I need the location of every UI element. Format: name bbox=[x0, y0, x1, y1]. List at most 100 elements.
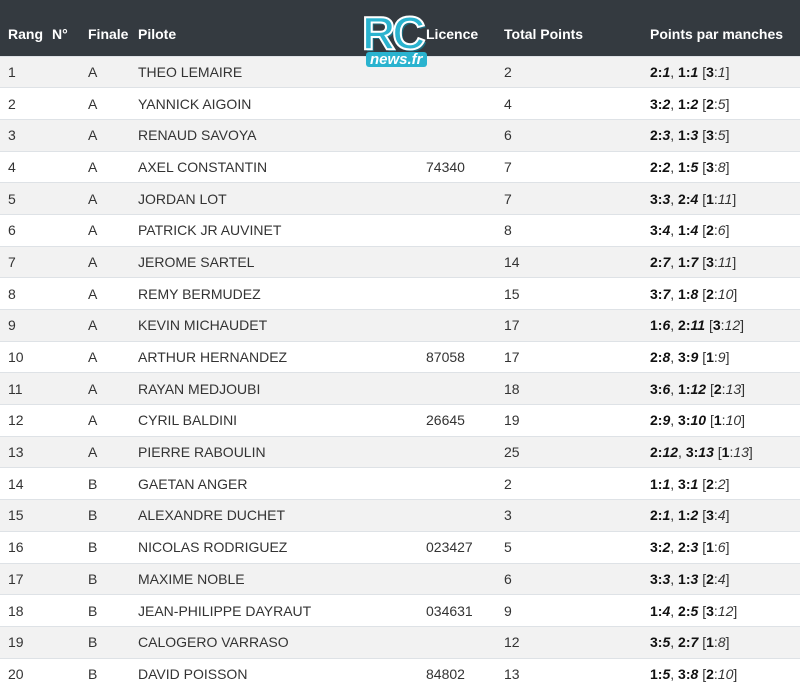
header-rang[interactable]: Rang bbox=[0, 0, 52, 56]
manche-place: 1 bbox=[717, 63, 726, 80]
manche-number: 1 bbox=[650, 475, 658, 492]
cell-finale: A bbox=[88, 213, 138, 247]
manche-place: 8 bbox=[690, 285, 699, 302]
cell-licence bbox=[426, 213, 504, 247]
cell-num bbox=[52, 372, 88, 405]
cell-points: 2:8, 3:9 [1:9] bbox=[650, 340, 800, 373]
manche-score: 3:1 bbox=[678, 475, 699, 492]
manche-place: 12 bbox=[690, 380, 707, 397]
manche-number: 1 bbox=[713, 412, 722, 429]
cell-total: 5 bbox=[504, 530, 650, 563]
manche-number: 3 bbox=[650, 570, 658, 587]
cell-rang: 14 bbox=[0, 467, 52, 500]
cell-points: 3:2, 1:2 [2:5] bbox=[650, 87, 800, 120]
cell-total: 18 bbox=[504, 372, 650, 405]
header-pilote[interactable]: Pilote bbox=[138, 0, 426, 56]
cell-licence bbox=[426, 467, 504, 500]
manche-number: 2 bbox=[650, 444, 658, 461]
cell-licence bbox=[426, 277, 504, 310]
cell-pilote: JORDAN LOT bbox=[138, 182, 426, 215]
cell-num bbox=[52, 340, 88, 373]
manche-number: 2 bbox=[678, 602, 686, 619]
manche-number: 1 bbox=[706, 539, 714, 556]
manche-place: 8 bbox=[662, 349, 671, 366]
manche-number: 3 bbox=[678, 349, 686, 366]
table-row: 17 B MAXIME NOBLE 6 3:3, 1:3 [2:4] bbox=[0, 562, 800, 595]
manche-place: 1 bbox=[662, 507, 671, 524]
manche-number: 2 bbox=[650, 412, 658, 429]
manche-number: 1 bbox=[678, 127, 686, 144]
cell-pilote: KEVIN MICHAUDET bbox=[138, 309, 426, 342]
manche-place: 12 bbox=[717, 602, 734, 619]
cell-num bbox=[52, 594, 88, 627]
cell-points: 1:4, 2:5 [3:12] bbox=[650, 594, 800, 627]
cell-total: 7 bbox=[504, 182, 650, 215]
cell-rang: 13 bbox=[0, 435, 52, 468]
manche-number: 1 bbox=[678, 380, 686, 397]
table-row: 7 A JEROME SARTEL 14 2:7, 1:7 [3:11] bbox=[0, 245, 800, 278]
cell-total: 19 bbox=[504, 404, 650, 437]
cell-total: 7 bbox=[504, 150, 650, 183]
header-points[interactable]: Points par manches bbox=[650, 0, 800, 56]
manche-place: 1 bbox=[662, 63, 671, 80]
cell-num bbox=[52, 309, 88, 342]
cell-num bbox=[52, 213, 88, 247]
cell-finale: B bbox=[88, 625, 138, 659]
header-total[interactable]: Total Points bbox=[504, 0, 650, 56]
cell-finale: B bbox=[88, 657, 138, 690]
cell-rang: 5 bbox=[0, 182, 52, 215]
manche-number: 1 bbox=[706, 634, 714, 651]
cell-licence bbox=[426, 435, 504, 468]
cell-rang: 2 bbox=[0, 87, 52, 120]
manche-place: 5 bbox=[717, 95, 726, 112]
manche-place: 9 bbox=[717, 349, 726, 366]
manche-number: 3 bbox=[706, 158, 714, 175]
header-num[interactable]: N° bbox=[52, 0, 88, 56]
manche-number: 1 bbox=[721, 444, 730, 461]
cell-points: 3:3, 2:4 [1:11] bbox=[650, 182, 800, 215]
manche-place: 2 bbox=[690, 95, 699, 112]
manche-score: 3:6 bbox=[650, 380, 671, 397]
cell-rang: 19 bbox=[0, 625, 52, 659]
manche-number: 3 bbox=[650, 190, 658, 207]
cell-points: 3:3, 1:3 [2:4] bbox=[650, 562, 800, 595]
cell-total: 2 bbox=[504, 55, 650, 88]
cell-points: 2:1, 1:1 [3:1] bbox=[650, 55, 800, 88]
manche-score: 1:5 bbox=[678, 158, 699, 175]
cell-rang: 3 bbox=[0, 118, 52, 152]
cell-pilote: ARTHUR HERNANDEZ bbox=[138, 340, 426, 373]
cell-num bbox=[52, 562, 88, 595]
header-finale[interactable]: Finale bbox=[88, 0, 138, 56]
manche-number: 3 bbox=[650, 95, 658, 112]
cell-pilote: GAETAN ANGER bbox=[138, 467, 426, 500]
manche-place: 12 bbox=[724, 317, 741, 334]
cell-total: 15 bbox=[504, 277, 650, 310]
cell-num bbox=[52, 530, 88, 563]
manche-score: 3:4 bbox=[650, 222, 671, 239]
manche-score: 2:4 bbox=[678, 190, 699, 207]
manche-score: [2:6] bbox=[702, 222, 730, 239]
cell-licence bbox=[426, 118, 504, 152]
cell-pilote: MAXIME NOBLE bbox=[138, 562, 426, 595]
table-row: 20 B DAVID POISSON 84802 13 1:5, 3:8 [2:10] bbox=[0, 657, 800, 690]
manche-score: 1:8 bbox=[678, 285, 699, 302]
manche-number: 1 bbox=[678, 285, 686, 302]
manche-score: 3:5 bbox=[650, 634, 671, 651]
manche-place: 1 bbox=[690, 475, 699, 492]
cell-points: 1:6, 2:11 [3:12] bbox=[650, 309, 800, 342]
cell-pilote: DAVID POISSON bbox=[138, 657, 426, 690]
table-row: 2 A YANNICK AIGOIN 4 3:2, 1:2 [2:5] bbox=[0, 87, 800, 120]
table-row: 6 A PATRICK JR AUVINET 8 3:4, 1:4 [2:6] bbox=[0, 213, 800, 247]
manche-score: [1:10] bbox=[709, 412, 746, 429]
table-row: 8 A REMY BERMUDEZ 15 3:7, 1:8 [2:10] bbox=[0, 277, 800, 310]
cell-total: 12 bbox=[504, 625, 650, 659]
cell-points: 2:1, 1:2 [3:4] bbox=[650, 499, 800, 532]
manche-number: 3 bbox=[650, 222, 658, 239]
cell-points: 3:6, 1:12 [2:13] bbox=[650, 372, 800, 405]
table-row: 13 A PIERRE RABOULIN 25 2:12, 3:13 [1:13] bbox=[0, 435, 800, 468]
manche-number: 1 bbox=[678, 95, 686, 112]
cell-finale: A bbox=[88, 372, 138, 405]
cell-finale: A bbox=[88, 87, 138, 120]
cell-num bbox=[52, 657, 88, 690]
header-licence[interactable]: Licence bbox=[426, 0, 504, 56]
